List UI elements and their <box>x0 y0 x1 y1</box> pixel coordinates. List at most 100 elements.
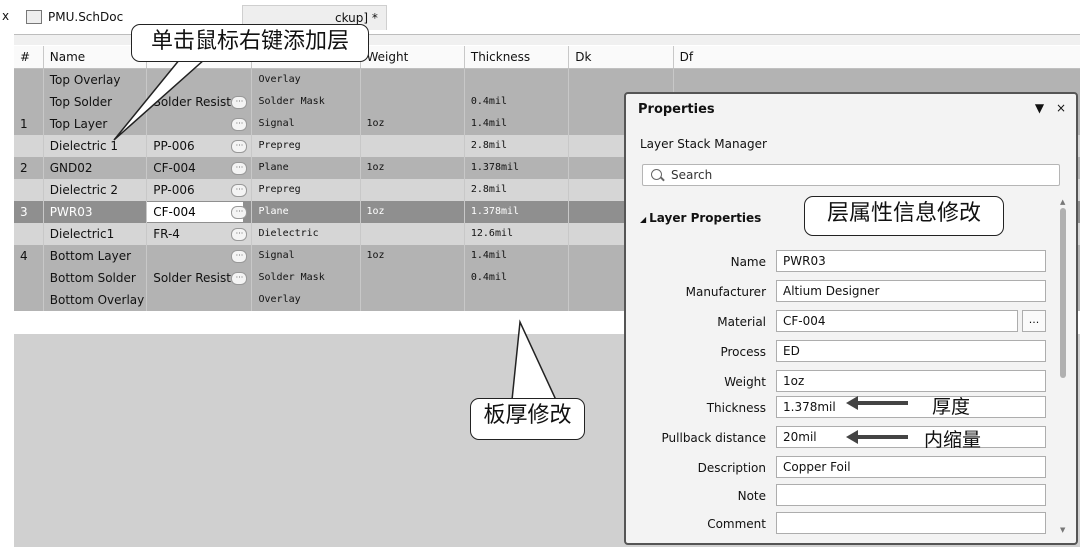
table-row[interactable]: Top Overlay Overlay <box>14 69 1080 91</box>
layer-type-cell[interactable]: Plane <box>252 157 361 179</box>
material-picker-button[interactable]: ··· <box>231 206 248 219</box>
layer-type-cell[interactable]: Solder Mask <box>252 267 361 289</box>
material-picker-button[interactable]: ··· <box>231 96 248 109</box>
layer-number-cell[interactable]: 2 <box>14 157 44 179</box>
thickness-cell[interactable]: 1.378mil <box>465 157 570 179</box>
property-input[interactable]: Copper Foil <box>776 456 1046 478</box>
material-cell[interactable]: PP-006 ··· <box>147 179 253 201</box>
df-cell[interactable] <box>674 69 1080 91</box>
material-picker-button[interactable]: ··· <box>231 162 248 175</box>
layer-number-cell[interactable] <box>14 267 44 289</box>
layer-name-cell[interactable]: Dielectric 2 <box>44 179 148 201</box>
material-cell[interactable]: CF-004 ··· <box>147 201 253 223</box>
layer-number-cell[interactable] <box>14 223 44 245</box>
layer-number-cell[interactable] <box>14 69 44 91</box>
material-cell[interactable] <box>147 69 253 91</box>
material-cell[interactable]: PP-006 ··· <box>147 135 253 157</box>
weight-cell[interactable]: 1oz <box>361 201 465 223</box>
material-picker-button[interactable]: ··· <box>231 250 248 263</box>
layer-type-cell[interactable]: Signal <box>252 113 361 135</box>
material-picker-button[interactable]: ··· <box>231 272 248 285</box>
weight-cell[interactable] <box>361 91 465 113</box>
layer-number-cell[interactable]: 1 <box>14 113 44 135</box>
layer-number-cell[interactable] <box>14 91 44 113</box>
property-input[interactable] <box>776 512 1046 534</box>
section-header-layer-properties[interactable]: ◢ Layer Properties <box>640 211 761 225</box>
layer-name-cell[interactable]: Top Layer <box>44 113 148 135</box>
material-picker-button[interactable]: ··· <box>231 118 248 131</box>
layer-name-cell[interactable]: PWR03 <box>44 201 148 223</box>
material-cell[interactable]: Solder Resist ··· <box>147 91 253 113</box>
layer-number-cell[interactable] <box>14 289 44 311</box>
column-header-dk[interactable]: Dk <box>569 46 674 68</box>
property-input[interactable]: 1.378mil <box>776 396 1046 418</box>
layer-type-cell[interactable]: Plane <box>252 201 361 223</box>
material-picker-button[interactable]: ··· <box>231 184 248 197</box>
layer-number-cell[interactable] <box>14 179 44 201</box>
material-cell[interactable]: ··· <box>147 245 253 267</box>
layer-type-cell[interactable]: Overlay <box>252 69 361 91</box>
layer-name-cell[interactable]: Bottom Overlay <box>44 289 148 311</box>
material-picker-button[interactable]: ··· <box>231 228 248 241</box>
material-cell[interactable] <box>147 289 253 311</box>
material-browse-button[interactable]: ... <box>1022 310 1046 332</box>
tab-pmu-schdoc[interactable]: PMU.SchDoc <box>18 5 131 29</box>
layer-type-cell[interactable]: Signal <box>252 245 361 267</box>
property-input[interactable]: PWR03 <box>776 250 1046 272</box>
thickness-cell[interactable]: 0.4mil <box>465 91 570 113</box>
layer-type-cell[interactable]: Prepreg <box>252 179 361 201</box>
thickness-cell[interactable]: 1.4mil <box>465 245 570 267</box>
search-input[interactable]: Search <box>642 164 1060 186</box>
scroll-up-icon[interactable]: ▲ <box>1060 198 1065 206</box>
scroll-thumb[interactable] <box>1060 208 1066 378</box>
column-header-df[interactable]: Df <box>674 46 1080 68</box>
material-cell[interactable]: CF-004 ··· <box>147 157 253 179</box>
layer-type-cell[interactable]: Dielectric <box>252 223 361 245</box>
property-input[interactable]: CF-004 <box>776 310 1018 332</box>
layer-name-cell[interactable]: Dielectric 1 <box>44 135 148 157</box>
layer-name-cell[interactable]: Bottom Solder <box>44 267 148 289</box>
weight-cell[interactable] <box>361 267 465 289</box>
layer-name-cell[interactable]: Dielectric1 <box>44 223 148 245</box>
layer-type-cell[interactable]: Overlay <box>252 289 361 311</box>
property-input[interactable]: ED <box>776 340 1046 362</box>
close-icon[interactable]: x <box>2 9 9 23</box>
thickness-cell[interactable] <box>465 69 570 91</box>
weight-cell[interactable] <box>361 179 465 201</box>
material-picker-button[interactable]: ··· <box>231 140 248 153</box>
property-input[interactable]: 20mil <box>776 426 1046 448</box>
layer-name-cell[interactable]: Bottom Layer <box>44 245 148 267</box>
thickness-cell[interactable]: 1.378mil <box>465 201 570 223</box>
panel-close-icon[interactable]: × <box>1056 101 1066 115</box>
material-cell[interactable]: FR-4 ··· <box>147 223 253 245</box>
thickness-cell[interactable]: 1.4mil <box>465 113 570 135</box>
thickness-cell[interactable] <box>465 289 570 311</box>
property-input[interactable]: Altium Designer <box>776 280 1046 302</box>
layer-name-cell[interactable]: Top Overlay <box>44 69 148 91</box>
material-edit-field[interactable]: CF-004 <box>147 202 244 222</box>
material-cell[interactable]: Solder Resist ··· <box>147 267 253 289</box>
thickness-cell[interactable]: 2.8mil <box>465 179 570 201</box>
dk-cell[interactable] <box>569 69 674 91</box>
layer-number-cell[interactable] <box>14 135 44 157</box>
weight-cell[interactable] <box>361 289 465 311</box>
column-header-number[interactable]: # <box>14 46 44 68</box>
scroll-down-icon[interactable]: ▼ <box>1060 526 1065 534</box>
weight-cell[interactable]: 1oz <box>361 113 465 135</box>
layer-name-cell[interactable]: GND02 <box>44 157 148 179</box>
weight-cell[interactable] <box>361 223 465 245</box>
panel-menu-icon[interactable]: ▼ <box>1035 101 1044 115</box>
thickness-cell[interactable]: 2.8mil <box>465 135 570 157</box>
panel-scrollbar[interactable]: ▲ ▼ <box>1060 198 1068 536</box>
layer-type-cell[interactable]: Solder Mask <box>252 91 361 113</box>
layer-name-cell[interactable]: Top Solder <box>44 91 148 113</box>
layer-type-cell[interactable]: Prepreg <box>252 135 361 157</box>
weight-cell[interactable] <box>361 135 465 157</box>
layer-number-cell[interactable]: 4 <box>14 245 44 267</box>
weight-cell[interactable]: 1oz <box>361 157 465 179</box>
weight-cell[interactable] <box>361 69 465 91</box>
material-cell[interactable]: ··· <box>147 113 253 135</box>
column-header-weight[interactable]: Weight <box>361 46 465 68</box>
column-header-thickness[interactable]: Thickness <box>465 46 570 68</box>
weight-cell[interactable]: 1oz <box>361 245 465 267</box>
